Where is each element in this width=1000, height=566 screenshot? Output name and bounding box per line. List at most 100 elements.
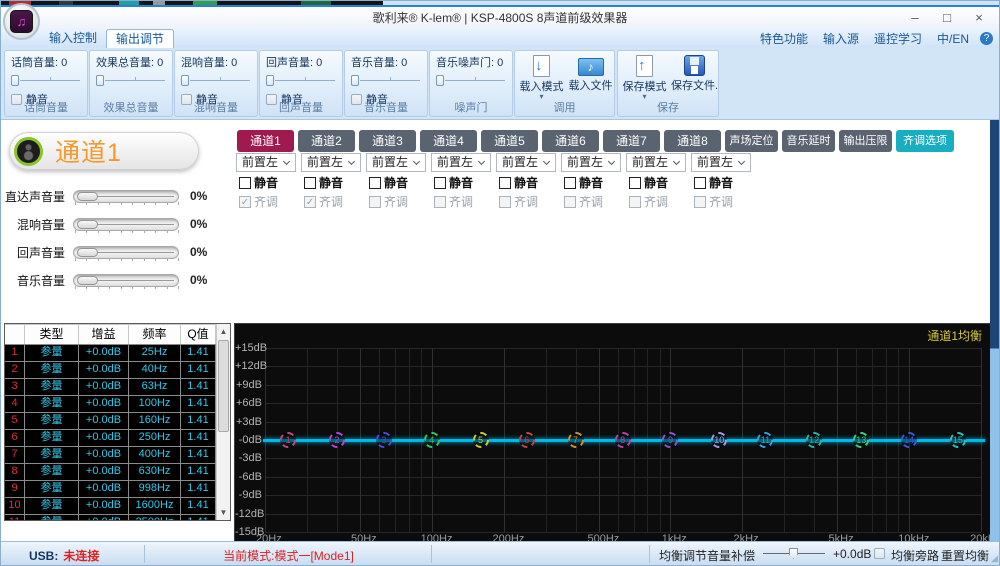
channel-8-output-select[interactable]: 前置左 [691,153,751,172]
mute-checkbox[interactable] [369,177,381,189]
eq-point-13[interactable]: 13 [853,432,869,448]
unison-checkbox[interactable] [629,196,641,208]
slider-thumb[interactable] [77,248,98,257]
unison-checkbox[interactable] [499,196,511,208]
slider-thumb[interactable] [96,75,104,86]
eq-band-row[interactable]: 6参量+0.0dB250Hz1.41 [5,429,216,446]
channel-7-unison[interactable]: 齐调 [629,194,668,209]
channel-3-unison[interactable]: 齐调 [369,194,408,209]
eq-band-row[interactable]: 2参量+0.0dB40Hz1.41 [5,361,216,378]
slider-thumb[interactable] [266,75,274,86]
scrollbar-thumb[interactable] [218,340,229,432]
table-scrollbar[interactable]: ▲ ▼ [216,324,230,520]
eq-point-11[interactable]: 11 [757,432,773,448]
eq-point-10[interactable]: 10 [711,432,727,448]
channel-1-mute[interactable]: 静音 [239,175,278,190]
eq-point-5[interactable]: 5 [473,432,489,448]
eq-bypass-checkbox[interactable] [874,548,885,559]
slider-thumb[interactable] [351,75,359,86]
save-mode-button[interactable]: ↑ 保存模式 ▾ [621,55,668,100]
eq-point-6[interactable]: 6 [519,432,535,448]
load-mode-button[interactable]: ↓ 载入模式 ▾ [518,55,565,100]
resize-grip[interactable]: ◢ [991,553,998,564]
menu-item-remote-learn[interactable]: 遥控学习 [874,30,922,47]
channel-3-mute[interactable]: 静音 [369,175,408,190]
music-noise-gate-slider[interactable] [436,74,506,87]
eq-band-row[interactable]: 9参量+0.0dB998Hz1.41 [5,480,216,497]
mute-checkbox[interactable] [564,177,576,189]
scroll-up-icon[interactable]: ▲ [217,324,230,339]
reset-eq-button[interactable]: 重置均衡 [941,547,989,564]
menu-item-input-source[interactable]: 输入源 [823,30,859,47]
mute-checkbox[interactable] [694,177,706,189]
direct-sound-volume-slider[interactable] [73,190,179,203]
channel-3-output-select[interactable]: 前置左 [366,153,426,172]
eq-plot[interactable]: 12345678910111213141520Hz50Hz100Hz200Hz5… [265,348,981,532]
channel-tab-5[interactable]: 通道5 [481,130,538,152]
eq-point-3[interactable]: 3 [376,432,392,448]
menu-item-features[interactable]: 特色功能 [760,30,808,47]
music-volume-slider[interactable] [351,74,421,87]
menu-item-language[interactable]: 中/EN [937,30,969,47]
eq-point-1[interactable]: 1 [280,432,296,448]
load-file-button[interactable]: ♪ 载入文件 [567,55,614,93]
channel-2-unison[interactable]: ✓齐调 [304,194,343,209]
channel-5-output-select[interactable]: 前置左 [496,153,556,172]
eq-band-row[interactable]: 8参量+0.0dB630Hz1.41 [5,463,216,480]
unison-checkbox[interactable] [564,196,576,208]
unison-checkbox-checked[interactable]: ✓ [304,196,316,208]
mute-checkbox[interactable] [499,177,511,189]
tab-music-delay[interactable]: 音乐延时 [782,130,835,152]
eq-point-7[interactable]: 7 [568,432,584,448]
echo-volume-slider[interactable] [73,246,179,259]
eq-band-row[interactable]: 11参量+0.0dB2500Hz1.41 [5,514,216,521]
channel-2-output-select[interactable]: 前置左 [301,153,361,172]
eq-band-row[interactable]: 5参量+0.0dB160Hz1.41 [5,412,216,429]
music-volume-slider[interactable] [73,274,179,287]
channel-4-unison[interactable]: 齐调 [434,194,473,209]
tab-input-control[interactable]: 输入控制 [43,29,103,48]
slider-thumb[interactable] [181,75,189,86]
slider-thumb[interactable] [436,75,444,86]
effect-total-volume-slider[interactable] [96,74,166,87]
channel-tab-1[interactable]: 通道1 [237,130,294,152]
tab-output-adjust[interactable]: 输出调节 [106,29,174,48]
channel-6-output-select[interactable]: 前置左 [561,153,621,172]
unison-checkbox[interactable] [694,196,706,208]
mute-checkbox[interactable] [304,177,316,189]
tab-sound-field-position[interactable]: 声场定位 [725,130,778,152]
channel-tab-2[interactable]: 通道2 [298,130,355,152]
channel-7-output-select[interactable]: 前置左 [626,153,686,172]
channel-tab-8[interactable]: 通道8 [664,130,721,152]
close-button[interactable]: × [963,8,995,28]
tab-unison-options[interactable]: 齐调选项 [896,130,954,152]
eq-point-12[interactable]: 12 [806,432,822,448]
channel-2-mute[interactable]: 静音 [304,175,343,190]
mute-checkbox[interactable] [629,177,641,189]
slider-thumb[interactable] [11,75,19,86]
eq-point-2[interactable]: 2 [329,432,345,448]
channel-4-mute[interactable]: 静音 [434,175,473,190]
slider-thumb[interactable] [789,548,798,559]
slider-thumb[interactable] [77,192,98,201]
slider-thumb[interactable] [77,276,98,285]
channel-8-unison[interactable]: 齐调 [694,194,733,209]
eq-band-row[interactable]: 7参量+0.0dB400Hz1.41 [5,446,216,463]
eq-band-row[interactable]: 4参量+0.0dB100Hz1.41 [5,395,216,412]
eq-compensation-slider[interactable] [763,553,825,554]
eq-point-14[interactable]: 14 [901,432,917,448]
eq-point-15[interactable]: 15 [950,432,966,448]
unison-checkbox-checked[interactable]: ✓ [239,196,251,208]
channel-1-unison[interactable]: ✓齐调 [239,194,278,209]
echo-volume-slider[interactable] [266,74,336,87]
channel-4-output-select[interactable]: 前置左 [431,153,491,172]
tab-output-limiter[interactable]: 输出压限 [839,130,892,152]
eq-point-9[interactable]: 9 [662,432,678,448]
unison-checkbox[interactable] [369,196,381,208]
app-menu-button[interactable]: ♫ [3,3,40,40]
eq-point-4[interactable]: 4 [424,432,440,448]
eq-band-row[interactable]: 1参量+0.0dB25Hz1.41 [5,344,216,361]
eq-bypass-label[interactable]: 均衡旁路 [891,547,939,564]
eq-band-row[interactable]: 10参量+0.0dB1600Hz1.41 [5,497,216,514]
reverb-volume-slider[interactable] [181,74,251,87]
